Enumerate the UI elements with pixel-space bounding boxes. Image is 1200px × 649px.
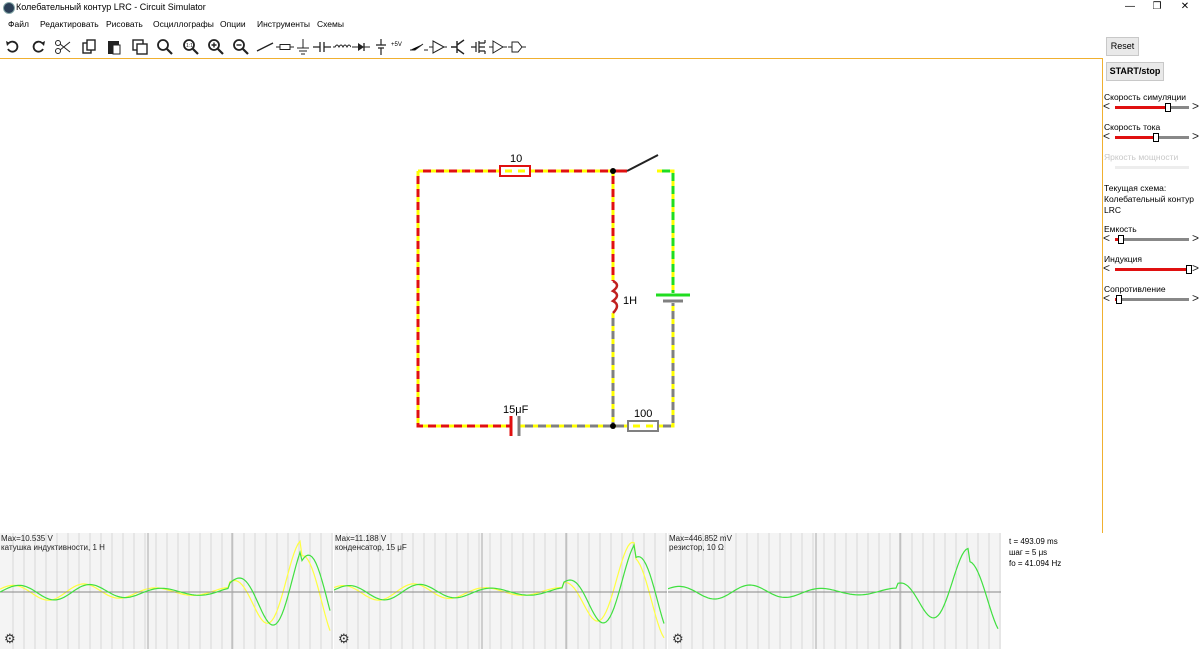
chevron-right-icon[interactable]: > [1192, 129, 1199, 143]
toolbar: 1:1 +5V [0, 34, 1102, 58]
app-icon [3, 2, 15, 14]
ground-icon[interactable] [294, 38, 312, 56]
menu-file[interactable]: Файл [8, 19, 29, 29]
zoom-out-icon[interactable] [232, 38, 250, 56]
restore-button[interactable]: ❐ [1142, 0, 1172, 16]
switch[interactable] [626, 154, 659, 172]
junction-top [610, 168, 616, 174]
chevron-left-icon[interactable]: < [1103, 261, 1110, 275]
wire-right-top[interactable] [657, 169, 675, 293]
scope-inductor-name: катушка индуктивности, 1 H [1, 543, 105, 552]
switch-icon[interactable] [410, 38, 428, 56]
capacitor-icon[interactable] [313, 38, 331, 56]
scope-resistor-max: Max=446.852 mV [669, 534, 732, 543]
output-icon[interactable] [508, 38, 526, 56]
title-bar: Колебательный контур LRC - Circuit Simul… [0, 0, 1200, 16]
transistor-icon[interactable] [449, 38, 467, 56]
inductance-slider[interactable]: < > [1103, 261, 1199, 275]
menu-draw[interactable]: Рисовать [106, 19, 143, 29]
scope-resistor[interactable]: Max=446.852 mV резистор, 10 Ω ⚙ [668, 533, 1001, 649]
chevron-right-icon[interactable]: > [1192, 99, 1199, 113]
resistance-label: Сопротивление [1104, 284, 1166, 294]
redo-icon[interactable] [29, 38, 47, 56]
inductor-1h[interactable] [610, 279, 619, 314]
resistance-slider[interactable]: < > [1103, 291, 1199, 305]
scope-capacitor-name: конденсатор, 15 μF [335, 543, 407, 552]
zoom-fit-icon[interactable]: 1:1 [182, 38, 200, 56]
menu-edit[interactable]: Редактировать [40, 19, 99, 29]
wire-left[interactable] [416, 171, 511, 428]
resistor-icon[interactable] [276, 38, 294, 56]
menu-tools[interactable]: Инструменты [257, 19, 310, 29]
chevron-left-icon[interactable]: < [1103, 231, 1110, 245]
menu-circuits[interactable]: Схемы [317, 19, 344, 29]
resistor-10[interactable] [499, 165, 531, 177]
diode-icon[interactable] [352, 38, 370, 56]
scope-capacitor-max: Max=11.188 V [335, 534, 387, 543]
sidebar: Reset START/stop Скорость симуляции < > … [1103, 34, 1200, 649]
minimize-button[interactable]: — [1115, 0, 1145, 16]
window-title: Колебательный контур LRC - Circuit Simul… [16, 2, 206, 12]
battery-icon[interactable] [372, 38, 390, 56]
circuit-canvas[interactable]: 10 1H 15μF 100 [0, 58, 1103, 533]
resistor-10-label: 10 [510, 153, 522, 165]
scope-inductor-max: Max=10.535 V [1, 534, 53, 543]
cut-icon[interactable] [54, 38, 72, 56]
power-brightness-slider [1103, 162, 1199, 172]
start-stop-button[interactable]: START/stop [1106, 62, 1164, 81]
sim-info: t = 493.09 ms шаг = 5 μs fo = 41.094 Hz [1009, 536, 1061, 569]
menu-scopes[interactable]: Осциллографы [153, 19, 214, 29]
chevron-right-icon[interactable]: > [1192, 231, 1199, 245]
chevron-left-icon[interactable]: < [1103, 129, 1110, 143]
opamp-icon[interactable] [429, 38, 447, 56]
inductor-label: 1H [623, 295, 637, 307]
junction-bottom [610, 423, 616, 429]
wire-right-bottom[interactable] [658, 303, 675, 428]
chevron-left-icon[interactable]: < [1103, 291, 1110, 305]
current-speed-label: Скорость тока [1104, 122, 1161, 132]
sim-speed-slider[interactable]: < > [1103, 99, 1199, 113]
current-circuit-name: Колебательный контур LRC [1104, 194, 1194, 215]
undo-icon[interactable] [4, 38, 22, 56]
gear-icon[interactable]: ⚙ [672, 631, 684, 647]
menu-options[interactable]: Опции [220, 19, 246, 29]
gear-icon[interactable]: ⚙ [338, 631, 350, 647]
reset-button[interactable]: Reset [1106, 37, 1139, 56]
logic-gate-icon[interactable] [489, 38, 507, 56]
wire-icon[interactable] [256, 38, 274, 56]
resistor-100[interactable] [627, 420, 659, 432]
sim-speed-label: Скорость симуляции [1104, 92, 1186, 102]
capacitance-slider[interactable]: < > [1103, 231, 1199, 245]
current-speed-slider[interactable]: < > [1103, 129, 1199, 143]
scope-capacitor[interactable]: Max=11.188 V конденсатор, 15 μF ⚙ [334, 533, 667, 649]
capacitor-label: 15μF [503, 404, 529, 416]
chevron-right-icon[interactable]: > [1192, 291, 1199, 305]
power-brightness-label: Яркость мощности [1104, 152, 1179, 162]
sim-freq: fo = 41.094 Hz [1009, 559, 1062, 568]
circuit-diagram: 10 1H 15μF 100 [416, 153, 690, 436]
close-button[interactable]: ✕ [1170, 0, 1200, 16]
current-circuit-label: Текущая схема: [1104, 183, 1167, 193]
zoom-in-icon[interactable] [207, 38, 225, 56]
mosfet-icon[interactable] [469, 38, 487, 56]
menu-bar: Файл Редактировать Рисовать Осциллографы… [0, 16, 1200, 33]
copy-icon[interactable] [80, 38, 98, 56]
zoom-search-icon[interactable] [156, 38, 174, 56]
scope-panel: Max=10.535 V катушка индуктивности, 1 H … [0, 533, 1103, 649]
paste-icon[interactable] [105, 38, 123, 56]
sim-step: шаг = 5 μs [1009, 548, 1048, 557]
svg-text:1:1: 1:1 [186, 43, 193, 49]
gear-icon[interactable]: ⚙ [4, 631, 16, 647]
chevron-right-icon[interactable]: > [1192, 261, 1199, 275]
inductor-icon[interactable] [333, 38, 351, 56]
sim-time: t = 493.09 ms [1009, 537, 1058, 546]
scope-inductor[interactable]: Max=10.535 V катушка индуктивности, 1 H … [0, 533, 333, 649]
duplicate-icon[interactable] [131, 38, 149, 56]
resistor-100-label: 100 [634, 408, 652, 420]
scope-resistor-name: резистор, 10 Ω [669, 543, 724, 552]
chevron-left-icon[interactable]: < [1103, 99, 1110, 113]
